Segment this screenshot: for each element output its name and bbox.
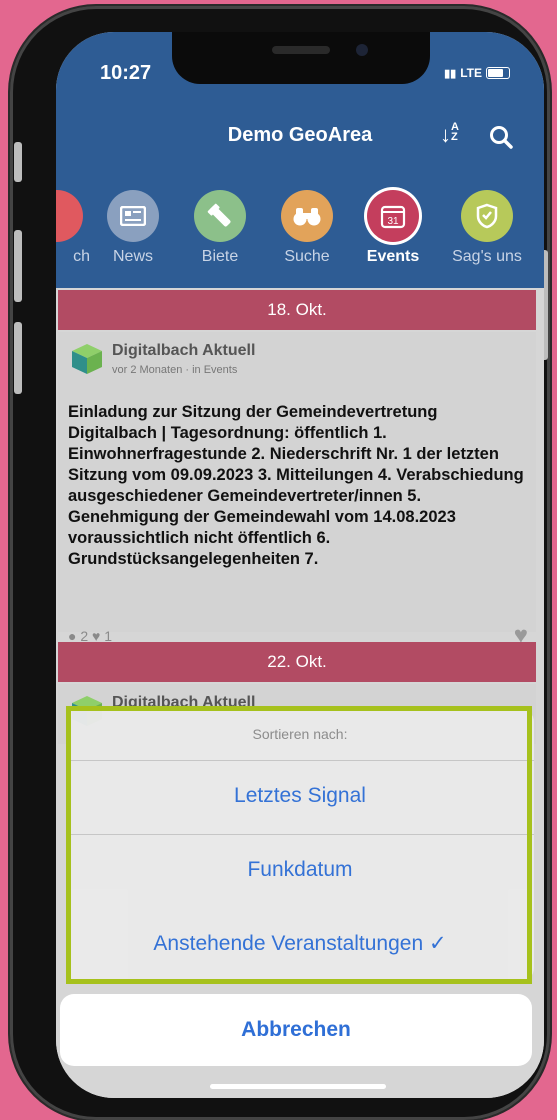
- shield-icon: [461, 190, 513, 242]
- date-banner: 18. Okt.: [58, 290, 536, 330]
- calendar-icon: 31: [367, 190, 419, 242]
- newspaper-icon: [107, 190, 159, 242]
- network-label: LTE: [460, 66, 482, 80]
- category-news[interactable]: News: [94, 190, 172, 266]
- signal-icon: ▮▮: [444, 67, 457, 80]
- category-label: Events: [366, 248, 420, 265]
- category-partial-icon: [56, 190, 83, 242]
- search-icon[interactable]: [488, 124, 514, 150]
- category-biete[interactable]: Biete: [181, 190, 259, 266]
- category-item[interactable]: ch: [56, 190, 96, 266]
- cancel-button[interactable]: Abbrechen: [60, 994, 532, 1066]
- phone-frame: 10:27 ▮▮ LTE Demo GeoArea ↓A Z ch News B…: [10, 6, 550, 1120]
- card-text: Einladung zur Sitzung der Gemeindevertre…: [68, 403, 524, 568]
- binoculars-icon: [281, 190, 333, 242]
- cube-avatar-icon: [72, 344, 102, 374]
- speaker: [272, 46, 330, 54]
- category-bar: ch News Biete Suche 31 Events Sag's uns: [56, 190, 544, 276]
- page-title: Demo GeoArea: [227, 124, 373, 146]
- category-events[interactable]: 31 Events: [354, 190, 432, 266]
- battery-icon: [486, 67, 510, 79]
- svg-text:31: 31: [387, 216, 399, 227]
- category-label: Biete: [201, 248, 239, 265]
- volume-up-button: [14, 230, 22, 302]
- category-label: Suche: [284, 248, 330, 265]
- category-label: Sag's uns: [452, 248, 522, 265]
- sort-az-icon[interactable]: ↓A Z: [440, 122, 459, 148]
- date-banner: 22. Okt.: [58, 642, 536, 682]
- status-indicators: ▮▮ LTE: [444, 66, 510, 80]
- category-label: ch: [73, 248, 90, 265]
- category-sags-uns[interactable]: Sag's uns: [442, 190, 532, 266]
- status-time: 10:27: [100, 62, 152, 84]
- highlight-frame: [66, 706, 532, 984]
- category-suche[interactable]: Suche: [268, 190, 346, 266]
- volume-down-button: [14, 322, 22, 394]
- feed-card[interactable]: Digitalbach Aktuell vor 2 Monaten · in E…: [58, 332, 536, 649]
- screen: 10:27 ▮▮ LTE Demo GeoArea ↓A Z ch News B…: [56, 32, 544, 1098]
- home-indicator[interactable]: [210, 1084, 386, 1089]
- category-label: News: [112, 248, 153, 265]
- mute-switch: [14, 142, 22, 182]
- notch: [172, 32, 430, 84]
- card-meta: vor 2 Monaten · in Events: [112, 364, 238, 376]
- card-author: Digitalbach Aktuell: [112, 342, 256, 359]
- camera: [356, 44, 368, 56]
- flashlight-icon: [194, 190, 246, 242]
